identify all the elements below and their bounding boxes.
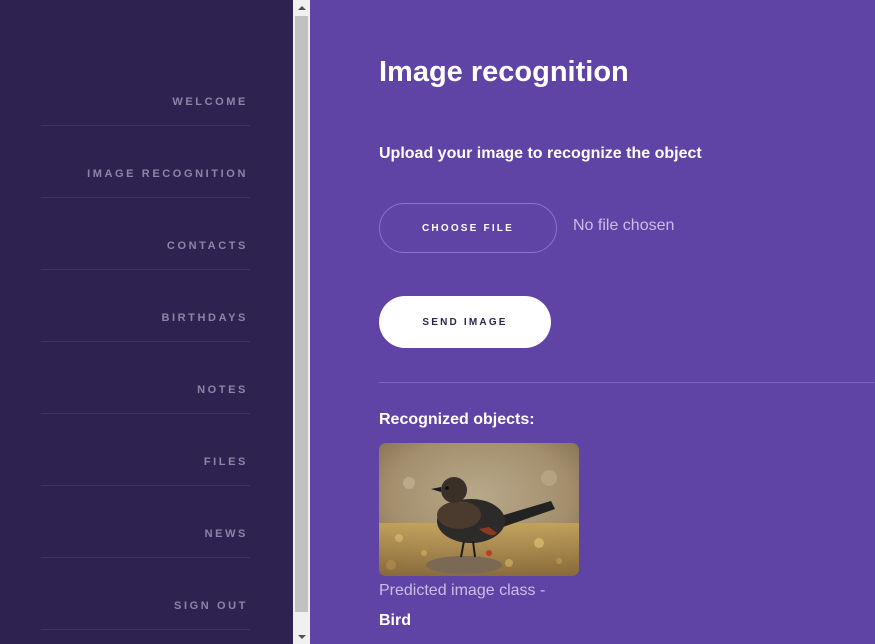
sidebar-item-news[interactable]: NEWS — [41, 486, 250, 558]
sidebar-item-label: WELCOME — [172, 96, 248, 108]
sidebar-item-label: CONTACTS — [166, 240, 248, 252]
page-title: Image recognition — [379, 56, 629, 88]
scrollbar-thumb[interactable] — [295, 16, 308, 612]
sidebar-item-welcome[interactable]: WELCOME — [41, 54, 250, 126]
sidebar: WELCOME IMAGE RECOGNITION CONTACTS BIRTH… — [0, 0, 293, 644]
recognized-objects-label: Recognized objects: — [379, 411, 535, 428]
predicted-class-label: Predicted image class - — [379, 582, 546, 599]
sidebar-item-label: SIGN OUT — [174, 600, 248, 612]
main-content: Image recognition Upload your image to r… — [310, 0, 875, 644]
send-image-button[interactable]: SEND IMAGE — [379, 296, 551, 348]
sidebar-item-image-recognition[interactable]: IMAGE RECOGNITION — [41, 126, 250, 198]
predicted-class-value: Bird — [379, 612, 411, 629]
chevron-up-icon[interactable] — [293, 0, 310, 15]
recognized-bird-image — [379, 443, 579, 576]
sidebar-item-sign-out[interactable]: SIGN OUT — [41, 558, 250, 630]
bird-photo — [379, 443, 579, 576]
section-divider — [379, 382, 875, 383]
chevron-down-icon[interactable] — [293, 629, 310, 644]
sidebar-item-label: FILES — [203, 456, 248, 468]
sidebar-item-notes[interactable]: NOTES — [41, 342, 250, 414]
app-window: WELCOME IMAGE RECOGNITION CONTACTS BIRTH… — [0, 0, 875, 644]
sidebar-item-label: NEWS — [204, 528, 248, 540]
choose-file-button[interactable]: CHOOSE FILE — [379, 203, 557, 253]
upload-label: Upload your image to recognize the objec… — [379, 145, 702, 162]
sidebar-item-label: NOTES — [197, 384, 248, 396]
sidebar-nav: WELCOME IMAGE RECOGNITION CONTACTS BIRTH… — [41, 54, 250, 630]
sidebar-scrollbar[interactable] — [293, 0, 310, 644]
sidebar-item-contacts[interactable]: CONTACTS — [41, 198, 250, 270]
file-status-text: No file chosen — [573, 217, 675, 234]
sidebar-item-label: BIRTHDAYS — [161, 312, 248, 324]
sidebar-item-files[interactable]: FILES — [41, 414, 250, 486]
sidebar-item-label: IMAGE RECOGNITION — [87, 168, 248, 180]
sidebar-item-birthdays[interactable]: BIRTHDAYS — [41, 270, 250, 342]
